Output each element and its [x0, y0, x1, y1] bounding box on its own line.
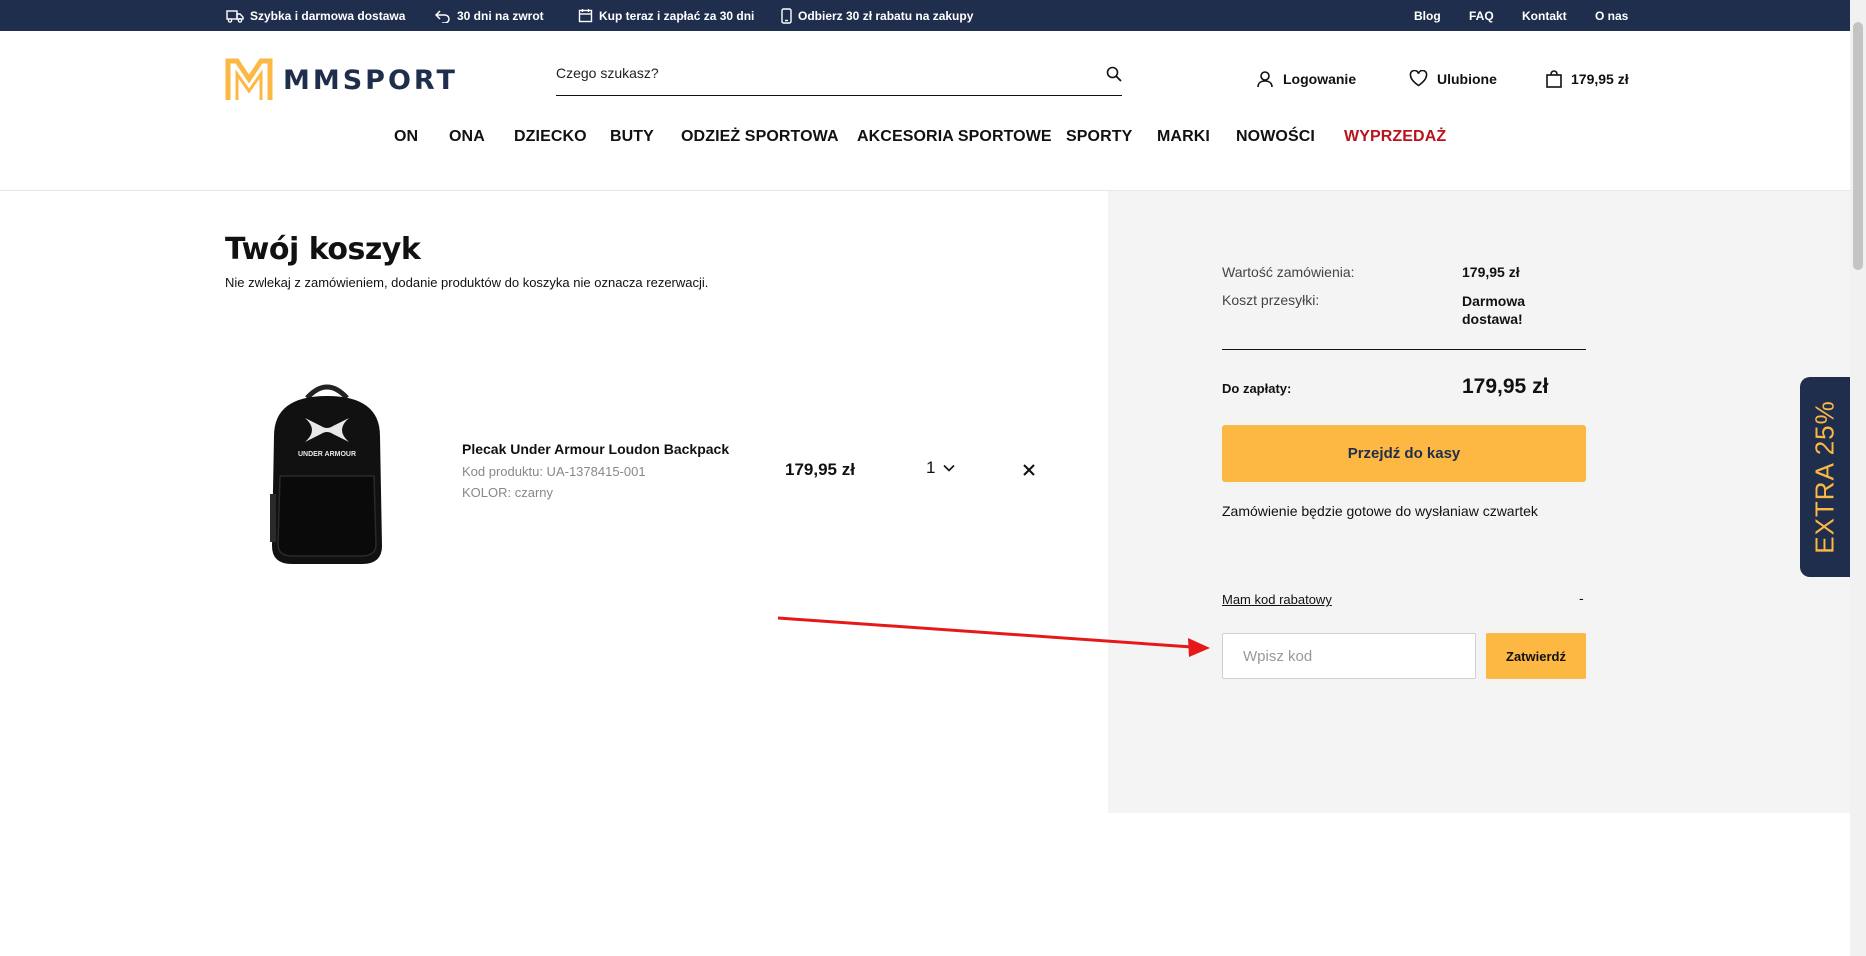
checkout-button[interactable]: Przejdź do kasy: [1222, 425, 1586, 482]
login-label: Logowanie: [1283, 71, 1357, 87]
to-pay-label: Do zapłaty:: [1222, 381, 1292, 396]
product-color: KOLOR: czarny: [462, 485, 554, 500]
coupon-toggle-link[interactable]: Mam kod rabatowy: [1222, 592, 1332, 607]
shipping-value: Darmowa dostawa!: [1462, 292, 1525, 328]
order-value: 179,95 zł: [1462, 264, 1520, 280]
nav-item-marki[interactable]: MARKI: [1157, 128, 1210, 146]
product-code: Kod produktu: UA-1378415-001: [462, 464, 646, 479]
link-blog[interactable]: Blog: [1414, 9, 1441, 23]
search-bar: [556, 58, 1122, 96]
product-name[interactable]: Plecak Under Armour Loudon Backpack: [462, 441, 729, 457]
promo-pay-later[interactable]: Kup teraz i zapłać za 30 dni: [578, 0, 754, 31]
cart-total: 179,95 zł: [1571, 71, 1629, 87]
return-arrow-icon: [435, 9, 450, 23]
phone-icon: [781, 7, 792, 24]
extra-discount-label: EXTRA 25%: [1809, 400, 1840, 554]
logo-mark-icon: [225, 58, 273, 100]
favorites-link[interactable]: Ulubione: [1409, 70, 1497, 87]
logo-text: MMSPORT: [283, 64, 458, 96]
ready-note: Zamówienie będzie gotowe do wysłaniaw cz…: [1222, 503, 1538, 519]
chevron-down-icon: [943, 464, 956, 472]
promo-returns[interactable]: 30 dni na zwrot: [435, 0, 544, 31]
search-input[interactable]: [556, 58, 1076, 88]
link-about[interactable]: O nas: [1595, 9, 1628, 23]
heart-icon: [1409, 70, 1428, 87]
to-pay-value: 179,95 zł: [1462, 375, 1549, 398]
promo-label: Odbierz 30 zł rabatu na zakupy: [798, 8, 974, 23]
nav-item-buty[interactable]: BUTY: [610, 128, 654, 146]
shopping-bag-icon: [1546, 70, 1562, 88]
promo-fast-delivery[interactable]: Szybka i darmowa dostawa: [226, 0, 405, 31]
link-faq[interactable]: FAQ: [1469, 9, 1494, 23]
page-scrollbar[interactable]: [1850, 0, 1866, 956]
quantity-value: 1: [926, 458, 936, 477]
nav-item-on[interactable]: ON: [394, 128, 418, 146]
cart-note: Nie zwlekaj z zamówieniem, dodanie produ…: [225, 275, 709, 290]
coupon-submit-button[interactable]: Zatwierdź: [1486, 633, 1586, 679]
order-summary-panel: [1108, 191, 1850, 813]
product-price: 179,95 zł: [785, 460, 855, 479]
login-link[interactable]: Logowanie: [1256, 70, 1356, 88]
user-icon: [1257, 71, 1273, 88]
nav-item-odziez-sportowa[interactable]: ODZIEŻ SPORTOWA: [681, 128, 839, 146]
promo-label: Kup teraz i zapłać za 30 dni: [599, 8, 755, 23]
truck-icon: [226, 9, 244, 23]
extra-discount-tab[interactable]: EXTRA 25%: [1800, 377, 1850, 577]
shipping-label: Koszt przesyłki:: [1222, 292, 1320, 308]
coupon-toggle-indicator[interactable]: -: [1579, 590, 1584, 606]
quantity-select[interactable]: 1: [926, 458, 956, 478]
favorites-label: Ulubione: [1437, 70, 1497, 87]
nav-item-dziecko[interactable]: DZIECKO: [514, 128, 587, 146]
coupon-input[interactable]: [1222, 633, 1476, 679]
nav-item-wyprzedaz[interactable]: WYPRZEDAŻ: [1344, 128, 1446, 146]
nav-item-ona[interactable]: ONA: [449, 128, 485, 146]
shipping-value-line: dostawa!: [1462, 311, 1523, 327]
shipping-value-line: Darmowa: [1462, 293, 1526, 309]
remove-item-icon[interactable]: [1021, 462, 1037, 478]
promo-label: 30 dni na zwrot: [457, 8, 544, 23]
nav-item-akcesoria-sportowe[interactable]: AKCESORIA SPORTOWE: [857, 128, 1052, 146]
summary-divider: [1222, 349, 1586, 350]
promo-label: Szybka i darmowa dostawa: [250, 8, 406, 23]
backpack-brand-text: UNDER ARMOUR: [298, 451, 356, 458]
search-icon[interactable]: [1106, 66, 1122, 82]
site-logo[interactable]: MMSPORT: [225, 58, 458, 102]
top-bar: Szybka i darmowa dostawa 30 dni na zwrot…: [0, 0, 1850, 31]
nav-item-nowosci[interactable]: NOWOŚCI: [1236, 128, 1315, 146]
cart-link[interactable]: 179,95 zł: [1546, 70, 1629, 88]
backpack-image: UNDER ARMOUR: [270, 384, 382, 564]
order-value-label: Wartość zamówienia:: [1222, 264, 1355, 280]
nav-item-sporty[interactable]: SPORTY: [1066, 128, 1132, 146]
scrollbar-thumb[interactable]: [1853, 22, 1863, 270]
promo-discount[interactable]: Odbierz 30 zł rabatu na zakupy: [781, 0, 973, 31]
page-title: Twój koszyk: [225, 232, 421, 267]
main-nav: ON ONA DZIECKO BUTY ODZIEŻ SPORTOWA AKCE…: [0, 128, 1850, 156]
product-image[interactable]: UNDER ARMOUR: [262, 376, 392, 566]
link-contact[interactable]: Kontakt: [1522, 9, 1567, 23]
calendar-icon: [578, 9, 593, 23]
